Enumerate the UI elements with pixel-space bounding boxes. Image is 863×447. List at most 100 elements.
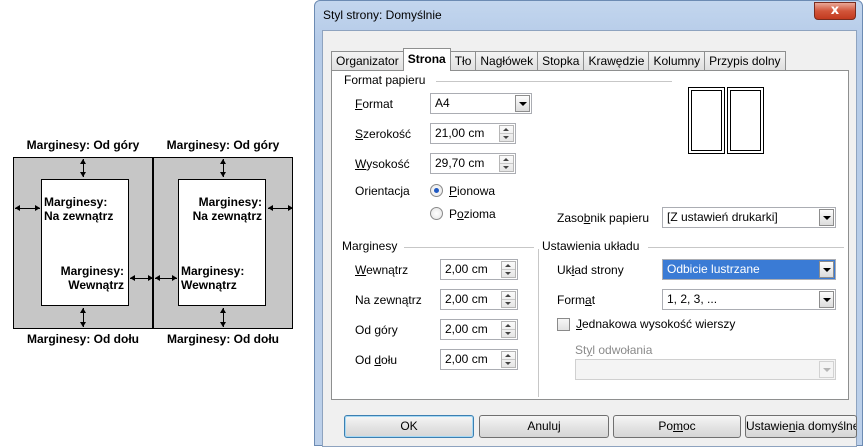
tab-page[interactable]: Strona — [402, 48, 451, 71]
cancel-button[interactable]: Anuluj — [479, 415, 609, 438]
page-layout-select[interactable]: Odbicie lustrzane — [662, 259, 836, 280]
margins-section-title: Marginesy — [342, 239, 398, 253]
top-margin-label: Od góry — [355, 323, 398, 337]
outer-margin-arrow — [15, 205, 40, 211]
close-icon: x — [830, 3, 840, 18]
outer-margin-label: Na zewnątrz — [192, 209, 262, 223]
inner-margin-label: Marginesy: — [181, 264, 245, 278]
outer-margin-label: Marginesy: — [44, 195, 108, 209]
reference-style-select[interactable] — [575, 359, 836, 380]
section-divider — [648, 247, 844, 248]
chevron-down-icon[interactable] — [819, 261, 834, 278]
tab-header[interactable]: Nagłówek — [475, 51, 539, 71]
layout-settings-section-title: Ustawienia układu — [542, 239, 640, 253]
format-label: Format — [355, 97, 394, 111]
landscape-radio[interactable] — [430, 207, 443, 220]
reset-defaults-button[interactable]: Ustawienia domyślne — [745, 415, 857, 438]
register-true-checkbox[interactable] — [557, 318, 570, 331]
inner-margin-value: 2,00 cm — [445, 262, 488, 276]
outer-margin-label: Marginesy: — [198, 195, 262, 209]
chevron-down-icon[interactable] — [819, 361, 834, 378]
spin-arrows-icon[interactable] — [501, 261, 516, 278]
outer-margin-spinfield[interactable]: 2,00 cm — [440, 289, 518, 310]
height-label: Wysokość — [355, 157, 410, 171]
inner-margin-arrow — [130, 275, 153, 281]
top-margin-arrow — [80, 159, 86, 177]
inner-margin-arrow — [155, 275, 177, 281]
diagram-top-right-label: Marginesy: Od góry — [166, 138, 280, 152]
tab-organizer[interactable]: Organizator — [331, 51, 404, 71]
top-margin-value: 2,00 cm — [445, 322, 488, 336]
page-tab-panel: Format papieru Format A4 Szerokość 21,00… — [331, 70, 849, 400]
spin-arrows-icon[interactable] — [499, 125, 514, 142]
close-button[interactable]: x — [814, 2, 856, 20]
inner-margin-label: Wewnątrz — [355, 263, 409, 277]
tab-borders[interactable]: Krawędzie — [583, 51, 650, 71]
diagram-left-sheet: Marginesy: Na zewnątrz Marginesy: Wewnąt… — [13, 157, 153, 329]
diagram-top-left-label: Marginesy: Od góry — [26, 138, 140, 152]
outer-margin-label: Na zewnątrz — [355, 293, 422, 307]
orientation-label: Orientacja — [355, 184, 410, 198]
bottom-margin-arrow — [220, 308, 226, 327]
paper-format-section-title: Format papieru — [344, 73, 426, 87]
inner-margin-label: Wewnątrz — [181, 278, 237, 292]
register-true-label[interactable]: Jednakowa wysokość wierszy — [576, 317, 735, 331]
outer-margin-value: 2,00 cm — [445, 292, 488, 306]
diagram-right-page: Marginesy: Na zewnątrz Marginesy: Wewnąt… — [178, 179, 266, 306]
paper-format-value: A4 — [435, 96, 450, 110]
numbering-format-label: Format — [557, 293, 596, 307]
bottom-margin-label: Od dołu — [355, 353, 398, 367]
dialog-client-area: Organizator Strona Tło Nagłówek Stopka K… — [322, 30, 857, 447]
preview-right-page — [727, 87, 764, 154]
paper-tray-label: Zasobnik papieru — [557, 211, 650, 225]
inner-margin-label: Wewnątrz — [68, 278, 124, 292]
tab-footer[interactable]: Stopka — [537, 51, 585, 71]
tab-columns[interactable]: Kolumny — [648, 51, 706, 71]
top-margin-spinfield[interactable]: 2,00 cm — [440, 319, 518, 340]
paper-format-select[interactable]: A4 — [430, 93, 532, 114]
chevron-down-icon[interactable] — [819, 291, 834, 308]
spin-arrows-icon[interactable] — [501, 321, 516, 338]
portrait-label[interactable]: Pionowa — [449, 184, 495, 198]
inner-margin-label: Marginesy: — [60, 264, 124, 278]
height-value: 29,70 cm — [435, 156, 485, 170]
top-margin-arrow — [220, 159, 226, 177]
inner-margin-spinfield[interactable]: 2,00 cm — [440, 259, 518, 280]
height-spinfield[interactable]: 29,70 cm — [430, 153, 516, 174]
column-divider — [538, 249, 539, 397]
outer-margin-label: Na zewnątrz — [44, 209, 114, 223]
spin-arrows-icon[interactable] — [499, 155, 514, 172]
chevron-down-icon[interactable] — [515, 95, 530, 112]
dialog-title: Styl strony: Domyślnie — [323, 8, 442, 22]
bottom-margin-spinfield[interactable]: 2,00 cm — [440, 349, 518, 370]
paper-tray-value: [Z ustawień drukarki] — [667, 210, 778, 224]
help-button[interactable]: Pomoc — [613, 415, 741, 438]
paper-tray-select[interactable]: [Z ustawień drukarki] — [662, 207, 836, 228]
diagram-left-page: Marginesy: Na zewnątrz Marginesy: Wewnąt… — [41, 179, 129, 306]
reference-style-label: Styl odwołania — [575, 343, 653, 357]
numbering-format-value: 1, 2, 3, ... — [667, 292, 718, 306]
tab-bar: Organizator Strona Tło Nagłówek Stopka K… — [331, 48, 786, 71]
portrait-radio[interactable] — [430, 184, 443, 197]
landscape-label[interactable]: Pozioma — [449, 207, 496, 221]
tab-area[interactable]: Tło — [449, 51, 477, 71]
preview-left-page — [688, 87, 725, 154]
section-divider — [436, 81, 672, 82]
page-layout-label: Układ strony — [557, 263, 624, 277]
outer-margin-arrow — [268, 205, 293, 211]
tab-footnote[interactable]: Przypis dolny — [704, 51, 786, 71]
ok-button[interactable]: OK — [344, 415, 474, 438]
diagram-bottom-left-label: Marginesy: Od dołu — [26, 332, 140, 346]
width-label: Szerokość — [355, 127, 412, 141]
bottom-margin-value: 2,00 cm — [445, 352, 488, 366]
numbering-format-select[interactable]: 1, 2, 3, ... — [662, 289, 836, 310]
width-spinfield[interactable]: 21,00 cm — [430, 123, 516, 144]
section-divider — [404, 247, 534, 248]
diagram-bottom-right-label: Marginesy: Od dołu — [166, 332, 280, 346]
spin-arrows-icon[interactable] — [501, 351, 516, 368]
page-style-dialog: Styl strony: Domyślnie x Organizator Str… — [314, 0, 863, 447]
dialog-titlebar[interactable]: Styl strony: Domyślnie x — [315, 1, 862, 29]
chevron-down-icon[interactable] — [819, 209, 834, 226]
width-value: 21,00 cm — [435, 126, 485, 140]
spin-arrows-icon[interactable] — [501, 291, 516, 308]
